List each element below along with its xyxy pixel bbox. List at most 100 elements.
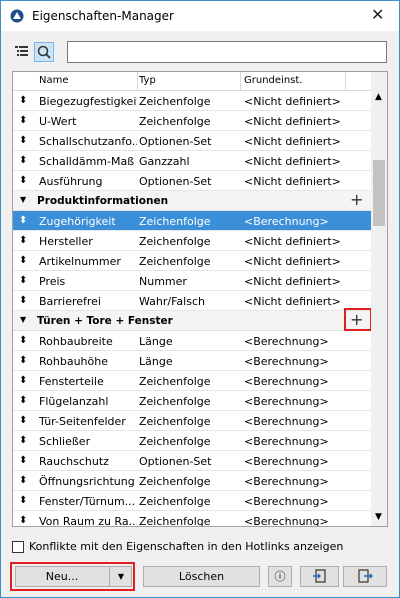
collapse-triangle-icon[interactable]: ▼ — [20, 195, 26, 204]
list-tree-icon — [15, 46, 28, 56]
import-button[interactable] — [300, 566, 339, 587]
property-name: Schalldämm-Maß — [39, 155, 135, 168]
property-default: <Berechnung> — [244, 415, 329, 428]
property-name: Ausführung — [39, 175, 103, 188]
property-name: Barrierefrei — [39, 295, 101, 308]
tree-view-button[interactable] — [13, 42, 33, 62]
highlight-box — [10, 562, 135, 591]
property-type: Zeichenfolge — [139, 255, 211, 268]
property-type: Ganzzahl — [139, 155, 190, 168]
property-type: Zeichenfolge — [139, 115, 211, 128]
info-icon: ⓘ — [274, 570, 286, 583]
property-type: Optionen-Set — [139, 135, 212, 148]
search-toggle-button[interactable] — [34, 42, 54, 62]
property-default: <Berechnung> — [244, 435, 329, 448]
hotlink-conflicts-checkbox[interactable] — [12, 541, 24, 553]
drag-handle-icon[interactable]: ⬍ — [19, 373, 27, 388]
drag-handle-icon[interactable]: ⬍ — [19, 253, 27, 268]
property-name: Von Raum zu Ra... — [39, 515, 137, 527]
delete-button[interactable]: Löschen — [143, 566, 260, 587]
property-type: Zeichenfolge — [139, 415, 211, 428]
drag-handle-icon[interactable]: ⬍ — [19, 93, 27, 108]
property-row[interactable]: ⬍ Schließer Zeichenfolge <Berechnung> — [13, 431, 371, 451]
property-row[interactable]: ⬍ Artikelnummer Zeichenfolge <Nicht definie… — [13, 251, 371, 271]
property-row[interactable]: ⬍ Barrierefrei Wahr/Falsch <Nicht definiert… — [13, 291, 371, 311]
drag-handle-icon[interactable]: ⬍ — [19, 113, 27, 128]
collapse-triangle-icon[interactable]: ▼ — [20, 315, 26, 324]
property-name: Zugehörigkeit — [39, 215, 116, 228]
highlight-box — [344, 308, 372, 331]
add-property-plus-icon[interactable]: + — [350, 191, 363, 209]
export-button[interactable] — [343, 566, 387, 587]
property-default: <Berechnung> — [244, 515, 329, 527]
property-name: Rauchschutz — [39, 455, 109, 468]
drag-handle-icon[interactable]: ⬍ — [19, 353, 27, 368]
property-default: <Nicht definiert> — [244, 235, 341, 248]
drag-handle-icon[interactable]: ⬍ — [19, 493, 27, 508]
drag-handle-icon[interactable]: ⬍ — [19, 333, 27, 348]
column-header-name[interactable]: Name — [39, 75, 69, 86]
drag-handle-icon[interactable]: ⬍ — [19, 293, 27, 308]
drag-handle-icon[interactable]: ⬍ — [19, 273, 27, 288]
drag-handle-icon[interactable]: ⬍ — [19, 173, 27, 188]
drag-handle-icon[interactable]: ⬍ — [19, 153, 27, 168]
group-header-produktinformationen[interactable]: ▼ Produktinformationen + — [13, 191, 371, 211]
drag-handle-icon[interactable]: ⬍ — [19, 453, 27, 468]
property-row[interactable]: ⬍ Fenster/Türnum... Zeichenfolge <Berechnun… — [13, 491, 371, 511]
property-default: <Nicht definiert> — [244, 175, 341, 188]
property-row[interactable]: ⬍ Rauchschutz Optionen-Set <Berechnung> — [13, 451, 371, 471]
group-label: Produktinformationen — [37, 195, 169, 207]
column-header-type[interactable]: Typ — [139, 75, 156, 86]
info-button[interactable]: ⓘ — [268, 566, 292, 587]
column-divider[interactable] — [240, 72, 241, 90]
property-row[interactable]: ⬍ Fensterteile Zeichenfolge <Berechnung> — [13, 371, 371, 391]
group-header-tueren-tore-fenster[interactable]: ▼ Türen + Tore + Fenster + — [13, 308, 372, 331]
property-default: <Berechnung> — [244, 395, 329, 408]
property-row-selected[interactable]: ⬍ Zugehörigkeit Zeichenfolge <Berechnung> — [13, 211, 371, 231]
scroll-down-icon[interactable]: ▼ — [375, 512, 382, 522]
property-type: Nummer — [139, 275, 187, 288]
scroll-up-icon[interactable]: ▲ — [375, 92, 382, 102]
property-row[interactable]: ⬍ Schalldämm-Maß Ganzzahl <Nicht definiert> — [13, 151, 371, 171]
drag-handle-icon[interactable]: ⬍ — [19, 133, 27, 148]
property-row[interactable]: ⬍ Rohbaubreite Länge <Berechnung> — [13, 331, 371, 351]
vertical-scrollbar[interactable]: ▲ ▼ — [371, 72, 387, 526]
property-row[interactable]: ⬍ Rohbauhöhe Länge <Berechnung> — [13, 351, 371, 371]
property-row[interactable]: ⬍ Ausführung Optionen-Set <Nicht definiert> — [13, 171, 371, 191]
drag-handle-icon[interactable]: ⬍ — [19, 433, 27, 448]
column-header-default[interactable]: Grundeinst. — [244, 75, 302, 86]
property-row[interactable]: ⬍ Schallschutzanfo... Optionen-Set <Nicht d… — [13, 131, 371, 151]
property-type: Länge — [139, 335, 173, 348]
drag-handle-icon[interactable]: ⬍ — [19, 513, 27, 526]
drag-handle-icon[interactable]: ⬍ — [19, 413, 27, 428]
property-type: Zeichenfolge — [139, 375, 211, 388]
property-type: Zeichenfolge — [139, 515, 211, 527]
title-bar: Eigenschaften-Manager ✕ — [1, 1, 399, 31]
property-row[interactable]: ⬍ Flügelanzahl Zeichenfolge <Berechnung> — [13, 391, 371, 411]
property-list[interactable]: Name Typ Grundeinst. ⬍ Biegezugfestigkeit… — [12, 71, 388, 527]
column-divider[interactable] — [345, 72, 346, 90]
property-row[interactable]: ⬍ Öffnungsrichtung Zeichenfolge <Berechnung… — [13, 471, 371, 491]
property-default: <Nicht definiert> — [244, 115, 341, 128]
property-name: Rohbaubreite — [39, 335, 113, 348]
search-input[interactable] — [67, 41, 387, 63]
properties-manager-window: Eigenschaften-Manager ✕ Name Typ Grundei… — [0, 0, 400, 598]
archicad-app-icon — [10, 9, 24, 23]
drag-handle-icon[interactable]: ⬍ — [19, 213, 27, 228]
property-row[interactable]: ⬍ Biegezugfestigkeit Zeichenfolge <Nicht de… — [13, 91, 371, 111]
column-divider[interactable] — [137, 72, 138, 90]
drag-handle-icon[interactable]: ⬍ — [19, 393, 27, 408]
property-row[interactable]: ⬍ Preis Nummer <Nicht definiert> — [13, 271, 371, 291]
search-icon — [37, 45, 51, 59]
scroll-thumb[interactable] — [373, 160, 385, 226]
property-row[interactable]: ⬍ Tür-Seitenfelder Zeichenfolge <Berechnung… — [13, 411, 371, 431]
drag-handle-icon[interactable]: ⬍ — [19, 473, 27, 488]
property-row[interactable]: ⬍ U-Wert Zeichenfolge <Nicht definiert> — [13, 111, 371, 131]
property-default: <Berechnung> — [244, 495, 329, 508]
property-row[interactable]: ⬍ Von Raum zu Ra... Zeichenfolge <Berechnun… — [13, 511, 371, 527]
close-icon[interactable]: ✕ — [371, 5, 384, 24]
drag-handle-icon[interactable]: ⬍ — [19, 233, 27, 248]
property-row[interactable]: ⬍ Hersteller Zeichenfolge <Nicht definiert> — [13, 231, 371, 251]
property-default: <Nicht definiert> — [244, 155, 341, 168]
property-name: Öffnungsrichtung — [39, 475, 135, 488]
